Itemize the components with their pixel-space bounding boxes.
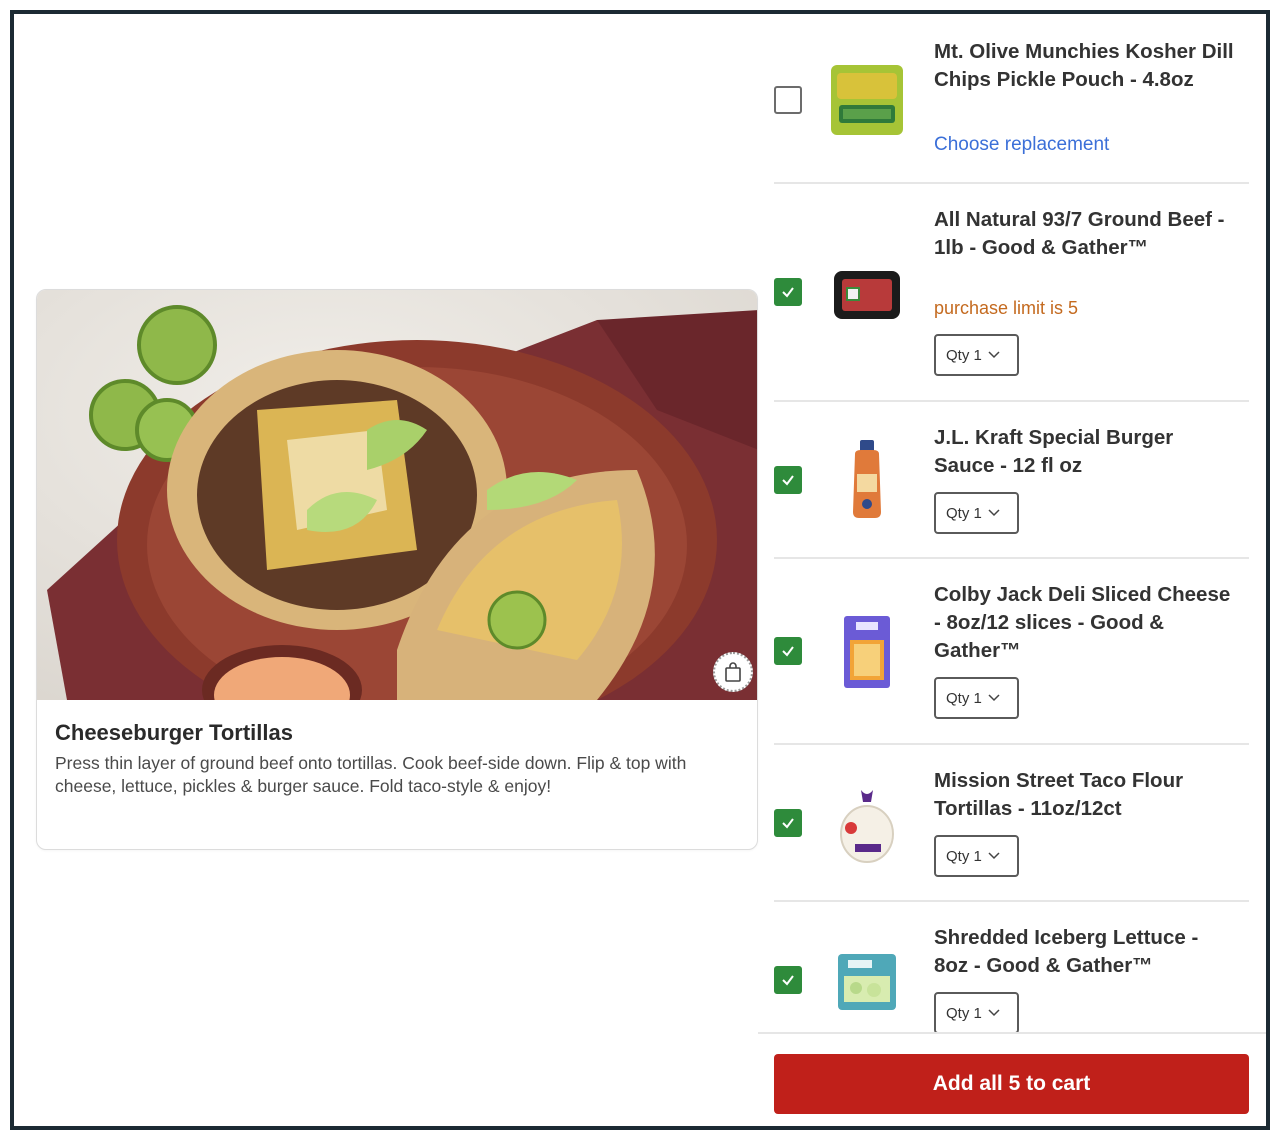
product-checkbox[interactable] [774, 466, 802, 494]
product-checkbox[interactable] [774, 86, 802, 114]
add-all-to-cart-button[interactable]: Add all 5 to cart [774, 1054, 1249, 1114]
shopping-bag-icon [725, 662, 741, 682]
quantity-select[interactable]: Qty 1 [934, 334, 1019, 376]
recipe-card: Cheeseburger Tortillas Press thin layer … [36, 289, 758, 850]
product-row: Colby Jack Deli Sliced Cheese - 8oz/12 s… [774, 559, 1249, 745]
choose-replacement-link[interactable]: Choose replacement [934, 134, 1109, 156]
divider [758, 1032, 1266, 1034]
quantity-label: Qty 1 [946, 847, 982, 865]
cheese-pack-icon [826, 611, 908, 693]
quantity-select[interactable]: Qty 1 [934, 835, 1019, 877]
recipe-description: Press thin layer of ground beef onto tor… [55, 753, 687, 796]
app-frame: Cheeseburger Tortillas Press thin layer … [10, 10, 1270, 1130]
purchase-limit-note: purchase limit is 5 [934, 298, 1079, 318]
product-row: All Natural 93/7 Ground Beef - 1lb - Goo… [774, 184, 1249, 402]
product-checkbox[interactable] [774, 966, 802, 994]
sauce-bottle-icon [826, 438, 908, 520]
product-checkbox[interactable] [774, 637, 802, 665]
product-row: Mt. Olive Munchies Kosher Dill Chips Pic… [774, 14, 1249, 184]
chevron-down-icon [988, 351, 1000, 359]
product-name[interactable]: Mission Street Taco Flour Tortillas - 11… [934, 767, 1234, 823]
quantity-select[interactable]: Qty 1 [934, 492, 1019, 534]
recipe-photo [37, 290, 757, 700]
pickle-pouch-icon [826, 58, 908, 140]
save-recipe-button[interactable] [713, 652, 753, 692]
product-row: Mission Street Taco Flour Tortillas - 11… [774, 745, 1249, 902]
quantity-label: Qty 1 [946, 689, 982, 707]
quantity-select[interactable]: Qty 1 [934, 992, 1019, 1034]
chevron-down-icon [988, 1009, 1000, 1017]
quantity-label: Qty 1 [946, 1004, 982, 1022]
product-name[interactable]: J.L. Kraft Special Burger Sauce - 12 fl … [934, 424, 1234, 480]
product-name[interactable]: All Natural 93/7 Ground Beef - 1lb - Goo… [934, 206, 1234, 262]
check-icon [782, 287, 794, 298]
product-checkbox[interactable] [774, 278, 802, 306]
product-list: Mt. Olive Munchies Kosher Dill Chips Pic… [774, 14, 1249, 1034]
check-icon [782, 475, 794, 486]
product-name[interactable]: Shredded Iceberg Lettuce - 8oz - Good & … [934, 924, 1234, 980]
product-row: J.L. Kraft Special Burger Sauce - 12 fl … [774, 402, 1249, 559]
tortilla-bag-icon [826, 785, 908, 867]
product-name[interactable]: Colby Jack Deli Sliced Cheese - 8oz/12 s… [934, 581, 1234, 665]
quantity-label: Qty 1 [946, 346, 982, 364]
product-name[interactable]: Mt. Olive Munchies Kosher Dill Chips Pic… [934, 38, 1234, 94]
recipe-title: Cheeseburger Tortillas [55, 720, 293, 745]
product-checkbox[interactable] [774, 809, 802, 837]
check-icon [782, 975, 794, 986]
chevron-down-icon [988, 509, 1000, 517]
lettuce-bag-icon [826, 940, 908, 1022]
quantity-label: Qty 1 [946, 504, 982, 522]
product-row: Shredded Iceberg Lettuce - 8oz - Good & … [774, 902, 1249, 1034]
check-icon [782, 818, 794, 829]
ground-beef-tray-icon [826, 254, 908, 336]
chevron-down-icon [988, 852, 1000, 860]
quantity-select[interactable]: Qty 1 [934, 677, 1019, 719]
chevron-down-icon [988, 694, 1000, 702]
check-icon [782, 646, 794, 657]
